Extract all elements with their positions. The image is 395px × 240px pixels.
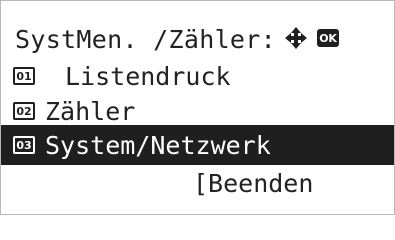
page-title: SystMen. /Zähler:: [15, 24, 276, 54]
item-number-badge: 01: [13, 67, 35, 85]
menu-item-label: Zähler: [45, 96, 136, 126]
softkey-bar: [Beenden: [1, 163, 394, 203]
ok-badge: OK: [316, 29, 339, 47]
exit-softkey[interactable]: [Beenden: [193, 163, 313, 203]
menu-item-label: Listendruck: [65, 61, 231, 91]
item-number-badge: 02: [13, 102, 35, 120]
four-way-arrow-icon: [283, 25, 309, 51]
item-number-badge: 03: [13, 136, 35, 154]
title-bar: SystMen. /Zähler: OK: [1, 19, 394, 59]
menu-item-listendruck[interactable]: 01 Listendruck: [1, 56, 394, 96]
menu-item-label: System/Netzwerk: [45, 130, 271, 160]
menu-item-system-netzwerk[interactable]: 03 System/Netzwerk: [1, 125, 394, 165]
lcd-screen: SystMen. /Zähler: OK 01 Listendruck 02 Z…: [0, 0, 395, 215]
